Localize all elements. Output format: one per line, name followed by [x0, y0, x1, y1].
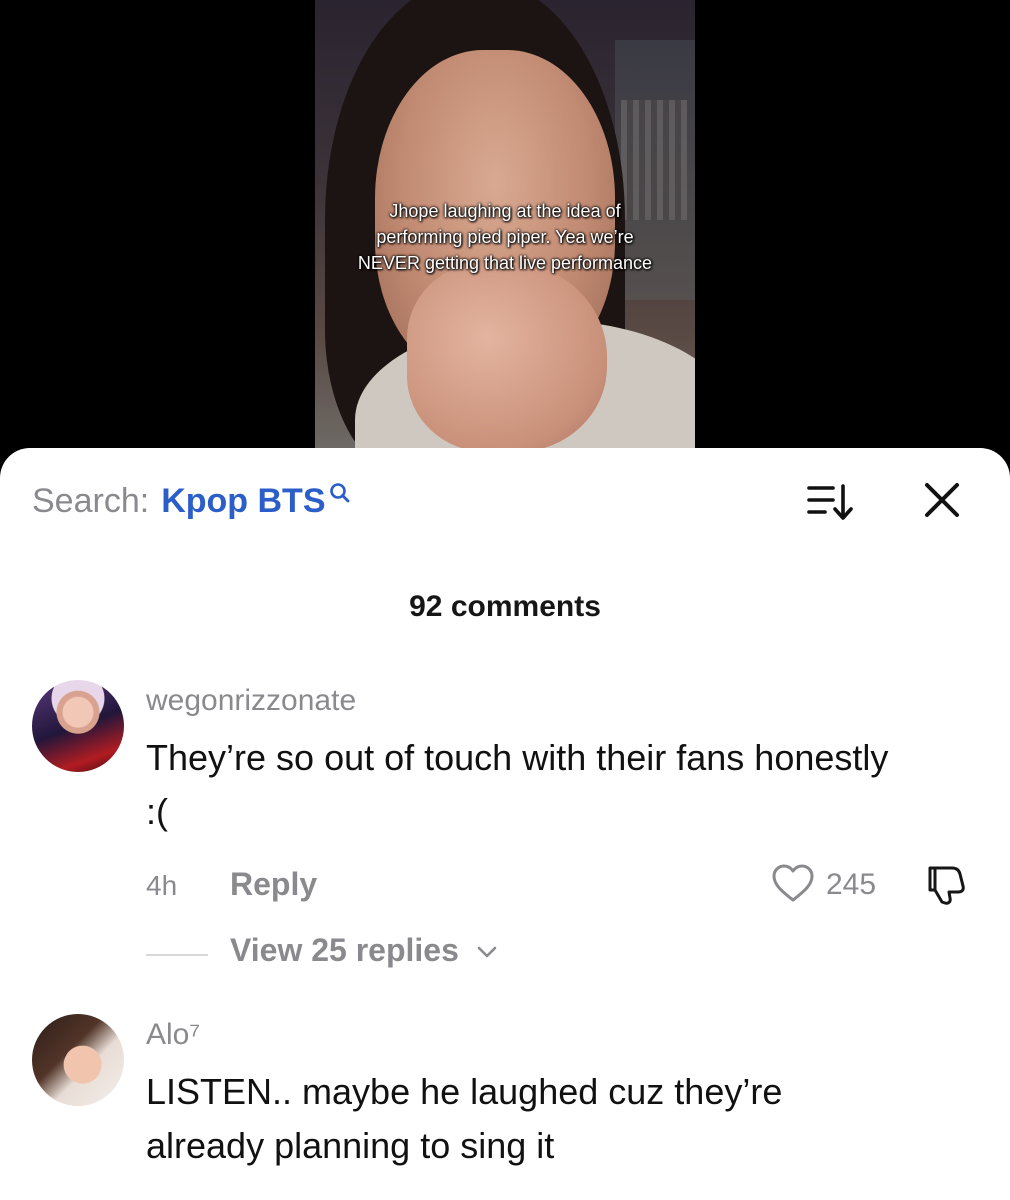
comment-text: They’re so out of touch with their fans …: [146, 737, 889, 832]
comment-actions: 4h Reply 245: [146, 864, 976, 906]
comment-count: 92 comments: [409, 590, 601, 623]
search-prefix-label: Search:: [32, 482, 150, 520]
video-subject-hand: [407, 262, 607, 450]
search-query-label[interactable]: Kpop BTS: [161, 478, 325, 524]
dislike-icon[interactable]: [922, 860, 970, 908]
comment-timestamp: 4h: [146, 870, 178, 901]
like-count: 245: [826, 868, 877, 901]
comments-sheet: Search: Kpop BTS 92 comments wegonrizzon…: [0, 448, 1010, 1200]
comment-text: LISTEN.. maybe he laughed cuz they’re al…: [146, 1071, 783, 1166]
comment-username[interactable]: wegonrizzonate: [146, 684, 356, 718]
comment-username[interactable]: Alo⁷: [146, 1018, 200, 1052]
search-icon: [329, 483, 349, 503]
related-search-link[interactable]: Search: Kpop BTS: [32, 478, 351, 528]
reply-button[interactable]: Reply: [230, 866, 317, 903]
video-caption: Jhope laughing at the idea of performing…: [357, 201, 653, 273]
view-replies-row[interactable]: View 25 replies: [146, 932, 546, 972]
replies-divider: [146, 954, 208, 956]
sort-icon[interactable]: [806, 480, 854, 524]
view-replies-button[interactable]: View 25 replies: [230, 932, 459, 969]
avatar[interactable]: [32, 1014, 124, 1106]
video-player[interactable]: Jhope laughing at the idea of performing…: [0, 0, 1010, 470]
close-icon[interactable]: [922, 480, 962, 520]
video-frame[interactable]: Jhope laughing at the idea of performing…: [315, 0, 695, 450]
avatar[interactable]: [32, 680, 124, 772]
chevron-down-icon[interactable]: [476, 944, 498, 960]
heart-icon[interactable]: [770, 862, 816, 904]
